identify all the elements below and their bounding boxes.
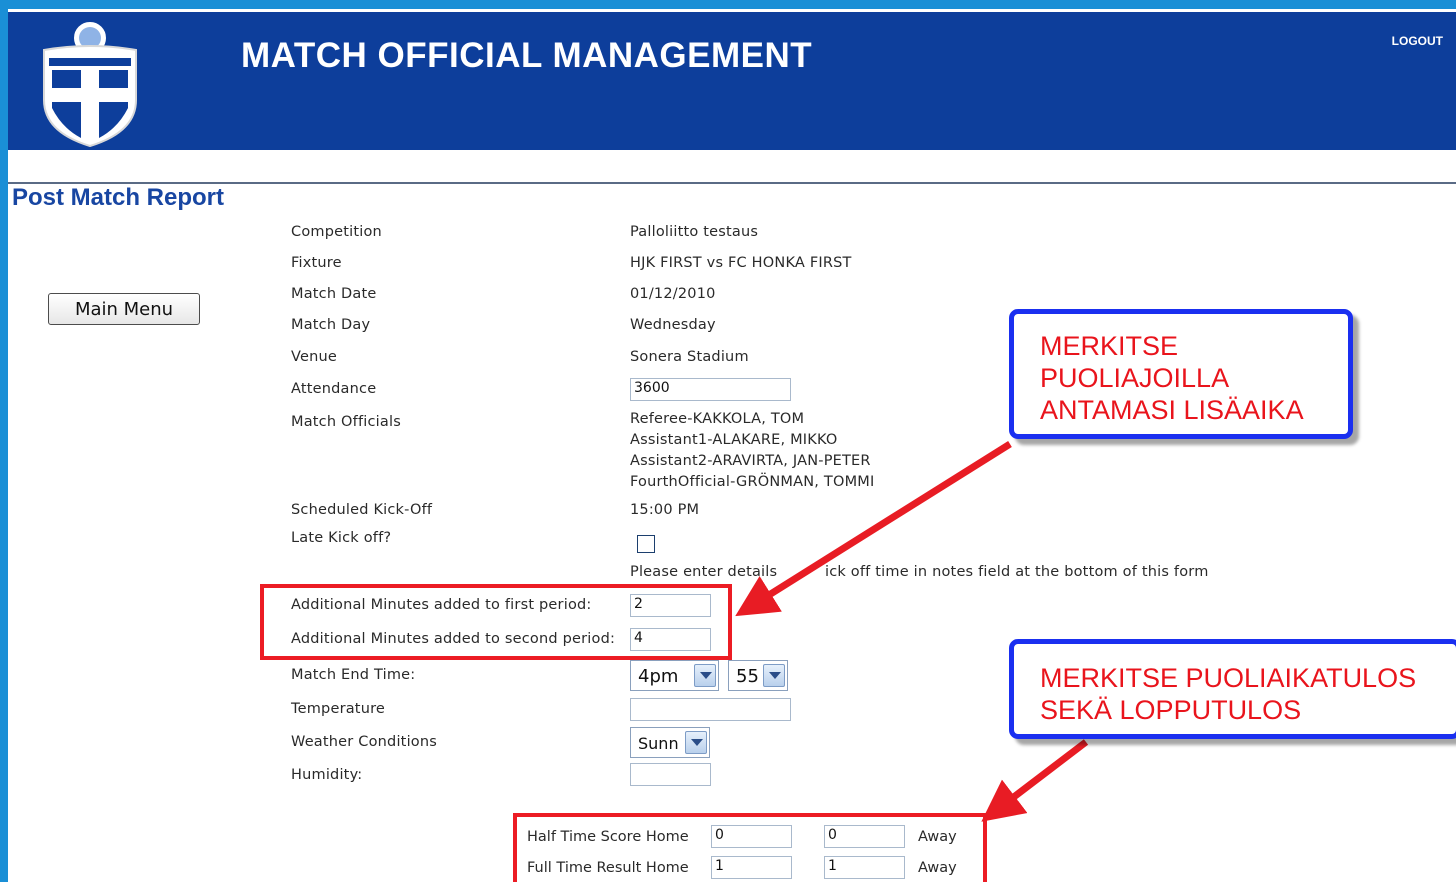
temperature-label: Temperature <box>291 701 386 717</box>
weather-label: Weather Conditions <box>291 734 438 750</box>
late-kickoff-note-start: Please enter details <box>630 564 778 580</box>
callout-added-time-text: MERKITSE PUOLIAJOILLA ANTAMASI LISÄAIKA <box>1040 331 1304 425</box>
match-date-label: Match Date <box>291 286 377 302</box>
official-fourth: FourthOfficial-GRÖNMAN, TOMMI <box>630 474 875 490</box>
callout-added-time: MERKITSE PUOLIAJOILLA ANTAMASI LISÄAIKA <box>1009 309 1353 439</box>
page-title: Post Match Report <box>12 184 225 211</box>
scores-highlight <box>513 813 987 882</box>
attendance-input[interactable]: 3600 <box>630 378 791 401</box>
app-title: MATCH OFFICIAL MANAGEMENT <box>241 36 813 75</box>
official-assistant1: Assistant1-ALAKARE, MIKKO <box>630 432 838 448</box>
weather-select[interactable]: Sunn <box>630 727 710 758</box>
scheduled-kickoff-label: Scheduled Kick-Off <box>291 502 433 518</box>
chevron-down-icon[interactable] <box>763 664 785 687</box>
scheduled-kickoff-value: 15:00 PM <box>630 502 700 518</box>
app-window: MATCH OFFICIAL MANAGEMENT LOGOUT Post Ma… <box>8 9 1456 882</box>
match-end-time-label: Match End Time: <box>291 667 416 683</box>
end-minute-value: 55 <box>736 666 759 687</box>
federation-logo <box>43 20 137 148</box>
added-time-highlight <box>260 584 732 660</box>
main-menu-button[interactable]: Main Menu <box>48 293 200 325</box>
official-referee: Referee-KAKKOLA, TOM <box>630 411 805 427</box>
attendance-label: Attendance <box>291 381 377 397</box>
match-officials-label: Match Officials <box>291 414 401 430</box>
late-kickoff-checkbox[interactable] <box>637 535 655 553</box>
venue-value: Sonera Stadium <box>630 349 749 365</box>
callout-scores: MERKITSE PUOLIAIKATULOS SEKÄ LOPPUTULOS <box>1009 639 1456 739</box>
match-day-value: Wednesday <box>630 317 716 333</box>
arrow-to-scores <box>981 739 1089 822</box>
weather-value: Sunn <box>638 734 679 753</box>
fixture-label: Fixture <box>291 255 342 271</box>
temperature-input[interactable] <box>630 698 791 721</box>
chevron-down-icon[interactable] <box>685 731 707 754</box>
late-kickoff-label: Late Kick off? <box>291 530 392 546</box>
late-kickoff-note-end: ick off time in notes field at the botto… <box>825 564 1209 580</box>
end-hour-select[interactable]: 4pm <box>630 660 719 691</box>
divider <box>8 182 1456 184</box>
venue-label: Venue <box>291 349 338 365</box>
competition-label: Competition <box>291 224 382 240</box>
fixture-value: HJK FIRST vs FC HONKA FIRST <box>630 255 852 271</box>
humidity-label: Humidity: <box>291 767 363 783</box>
match-day-label: Match Day <box>291 317 371 333</box>
end-minute-select[interactable]: 55 <box>728 660 788 691</box>
callout-scores-text: MERKITSE PUOLIAIKATULOS SEKÄ LOPPUTULOS <box>1040 663 1417 725</box>
competition-value: Palloliitto testaus <box>630 224 759 240</box>
end-hour-value: 4pm <box>638 666 679 687</box>
app-header: MATCH OFFICIAL MANAGEMENT LOGOUT <box>8 12 1456 150</box>
chevron-down-icon[interactable] <box>694 664 716 687</box>
logout-link[interactable]: LOGOUT <box>1392 34 1443 48</box>
match-date-value: 01/12/2010 <box>630 286 716 302</box>
humidity-input[interactable] <box>630 763 711 786</box>
official-assistant2: Assistant2-ARAVIRTA, JAN-PETER <box>630 453 871 469</box>
